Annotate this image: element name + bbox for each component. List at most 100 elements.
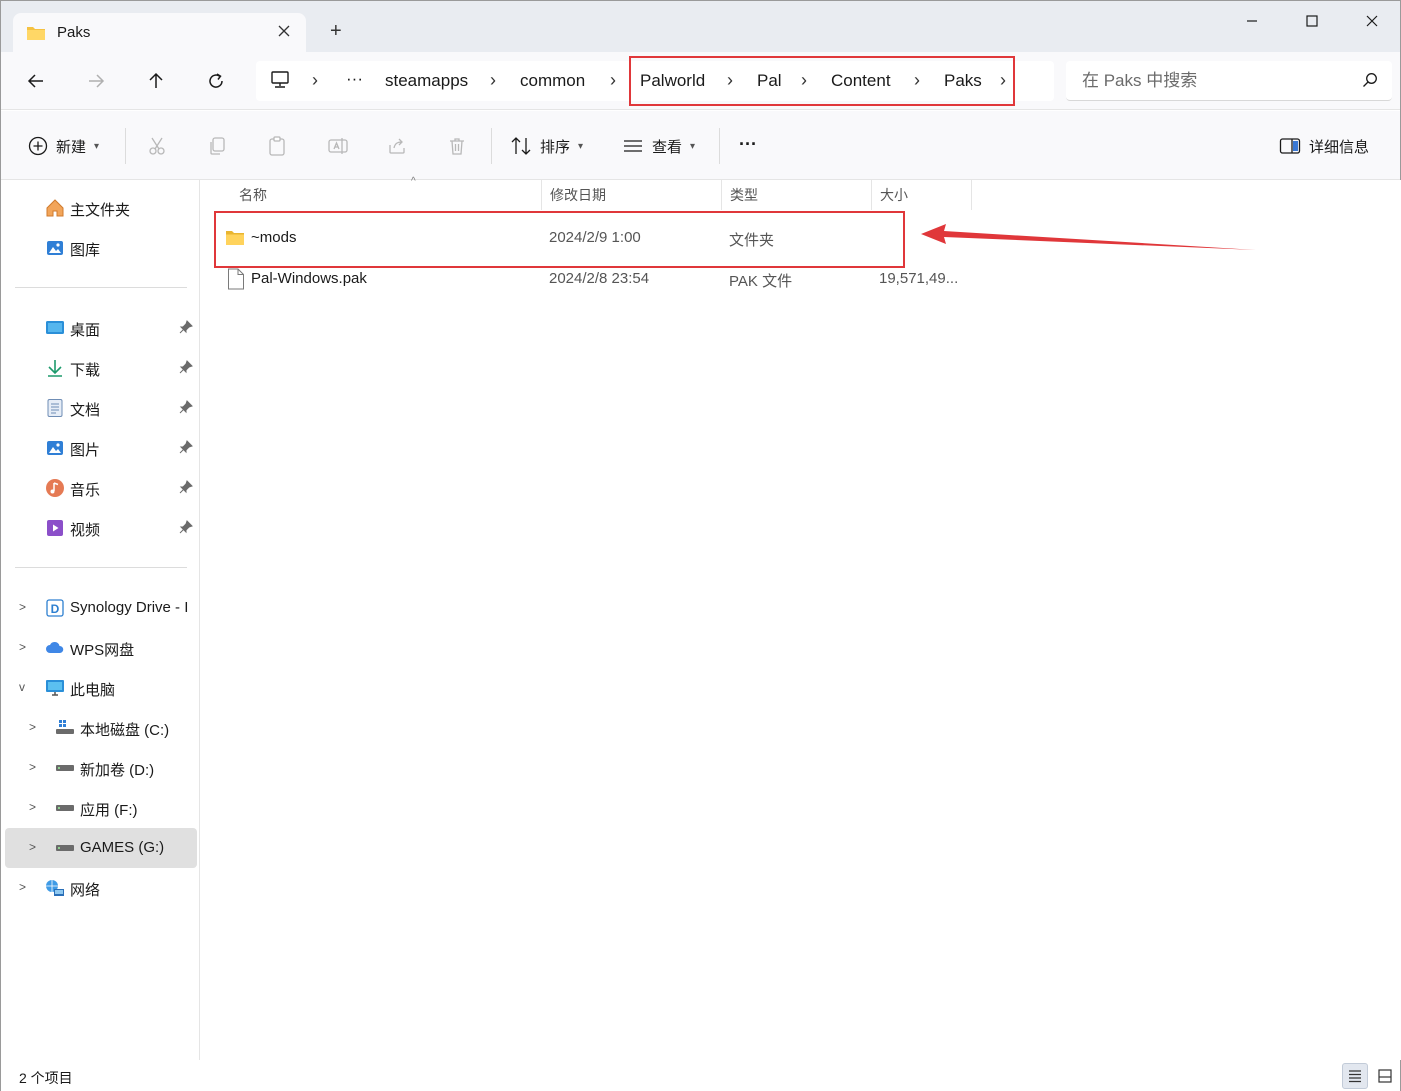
- new-button-label: 新建: [56, 138, 87, 156]
- pin-icon[interactable]: [179, 360, 193, 374]
- close-tab-button[interactable]: [274, 21, 294, 41]
- chevron-down-icon[interactable]: v: [19, 680, 25, 694]
- pin-icon[interactable]: [179, 400, 193, 414]
- back-button[interactable]: [21, 66, 51, 96]
- cloud-icon: [45, 638, 65, 658]
- share-button[interactable]: [387, 133, 407, 159]
- chevron-right-icon[interactable]: >: [29, 720, 36, 734]
- pin-icon[interactable]: [179, 320, 193, 334]
- minimize-button[interactable]: [1221, 1, 1283, 41]
- copy-button[interactable]: [207, 133, 227, 159]
- sidebar-item-this-pc[interactable]: v 此电脑: [5, 670, 197, 706]
- toolbar-divider: [125, 128, 126, 164]
- sidebar-item-synology-drive[interactable]: > D Synology Drive - I: [5, 590, 197, 626]
- sidebar-item-label: WPS网盘: [70, 642, 135, 659]
- tiles-view-icon: [1378, 1069, 1392, 1083]
- sidebar-divider: [15, 287, 187, 288]
- breadcrumb-separator[interactable]: ›: [490, 70, 496, 91]
- toolbar-divider: [491, 128, 492, 164]
- new-tab-button[interactable]: +: [330, 21, 342, 41]
- sidebar-item-home[interactable]: 主文件夹: [5, 190, 197, 226]
- new-button[interactable]: 新建 ▾: [28, 133, 99, 159]
- breadcrumb-common[interactable]: common: [520, 71, 585, 91]
- sidebar-item-drive-f[interactable]: > 应用 (F:): [5, 790, 197, 826]
- folder-icon: [26, 25, 46, 41]
- drive-icon: [55, 838, 75, 858]
- sidebar-item-drive-g[interactable]: > GAMES (G:): [5, 828, 197, 868]
- file-size: 19,571,49...: [879, 270, 959, 287]
- this-pc-icon: [45, 678, 65, 698]
- sidebar-item-label: GAMES (G:): [80, 839, 165, 856]
- column-header-name[interactable]: 名称 ^: [231, 176, 542, 210]
- search-input[interactable]: [1082, 69, 1342, 93]
- sidebar-item-drive-c[interactable]: > 本地磁盘 (C:): [5, 710, 197, 746]
- annotation-arrow-icon: [921, 224, 1256, 250]
- sort-button[interactable]: 排序 ▾: [510, 133, 583, 159]
- cut-button[interactable]: [147, 133, 167, 159]
- details-pane-icon: [1279, 138, 1301, 154]
- sidebar-item-documents[interactable]: 文档: [5, 390, 197, 426]
- sidebar-item-desktop[interactable]: 桌面: [5, 310, 197, 346]
- chevron-right-icon[interactable]: >: [19, 640, 26, 654]
- more-button[interactable]: ···: [739, 131, 757, 157]
- sidebar-item-downloads[interactable]: 下载: [5, 350, 197, 386]
- forward-button[interactable]: [81, 66, 111, 96]
- column-header-modified[interactable]: 修改日期: [542, 180, 722, 210]
- pin-icon[interactable]: [179, 480, 193, 494]
- view-icon: [624, 140, 642, 152]
- arrow-left-icon: [27, 74, 43, 88]
- search-box[interactable]: [1066, 61, 1392, 101]
- sidebar-item-videos[interactable]: 视频: [5, 510, 197, 546]
- search-icon[interactable]: [1362, 72, 1378, 88]
- command-bar: 新建 ▾ 排序 ▾ 查看 ▾ ··· 详细信息: [1, 111, 1400, 180]
- sidebar-item-label: Synology Drive - I: [70, 599, 189, 616]
- details-pane-button[interactable]: 详细信息: [1279, 133, 1369, 159]
- file-modified: 2024/2/8 23:54: [549, 270, 650, 287]
- file-list: 名称 ^ 修改日期 类型 大小 ~mods 2024/2/9 1:00 文件夹 …: [201, 176, 1401, 1060]
- chevron-right-icon[interactable]: >: [29, 840, 36, 854]
- tiles-view-button[interactable]: [1372, 1063, 1398, 1089]
- sidebar-item-music[interactable]: 音乐: [5, 470, 197, 506]
- paste-button[interactable]: [267, 133, 287, 159]
- network-icon: [45, 878, 65, 898]
- breadcrumb-separator[interactable]: ›: [312, 70, 318, 91]
- pin-icon[interactable]: [179, 520, 193, 534]
- tab-paks[interactable]: Paks: [13, 13, 306, 52]
- up-button[interactable]: [141, 66, 171, 96]
- column-header-label: 修改日期: [550, 187, 606, 203]
- column-header-label: 名称: [239, 187, 267, 203]
- pin-icon[interactable]: [179, 440, 193, 454]
- download-icon: [45, 358, 65, 378]
- close-window-button[interactable]: [1341, 1, 1401, 41]
- maximize-button[interactable]: [1281, 1, 1343, 41]
- view-button-label: 查看: [652, 138, 683, 156]
- breadcrumb-separator[interactable]: ›: [610, 70, 616, 91]
- chevron-right-icon[interactable]: >: [19, 880, 26, 894]
- chevron-down-icon: ▾: [578, 140, 584, 152]
- breadcrumb-steamapps[interactable]: steamapps: [385, 71, 468, 91]
- delete-button[interactable]: [447, 133, 467, 159]
- share-icon: [389, 138, 405, 154]
- column-header-type[interactable]: 类型: [722, 180, 872, 210]
- music-icon: [45, 478, 65, 498]
- sidebar-item-pictures[interactable]: 图片: [5, 430, 197, 466]
- refresh-button[interactable]: [201, 66, 231, 96]
- details-view-button[interactable]: [1342, 1063, 1368, 1089]
- sidebar-item-wps-cloud[interactable]: > WPS网盘: [5, 630, 197, 666]
- drive-icon: [55, 798, 75, 818]
- paste-icon: [269, 136, 285, 156]
- drive-icon: [55, 758, 75, 778]
- view-button[interactable]: 查看 ▾: [622, 133, 695, 159]
- chevron-right-icon[interactable]: >: [29, 760, 36, 774]
- sidebar-item-label: 音乐: [70, 482, 101, 499]
- svg-text:D: D: [51, 602, 60, 616]
- breadcrumb-overflow[interactable]: ···: [346, 69, 363, 89]
- sidebar-item-network[interactable]: > 网络: [5, 870, 197, 906]
- sidebar-item-gallery[interactable]: 图库: [5, 230, 197, 266]
- chevron-right-icon[interactable]: >: [19, 600, 26, 614]
- arrow-up-icon: [149, 72, 163, 88]
- sidebar-item-drive-d[interactable]: > 新加卷 (D:): [5, 750, 197, 786]
- rename-button[interactable]: [327, 133, 349, 159]
- chevron-right-icon[interactable]: >: [29, 800, 36, 814]
- column-header-size[interactable]: 大小: [872, 180, 972, 210]
